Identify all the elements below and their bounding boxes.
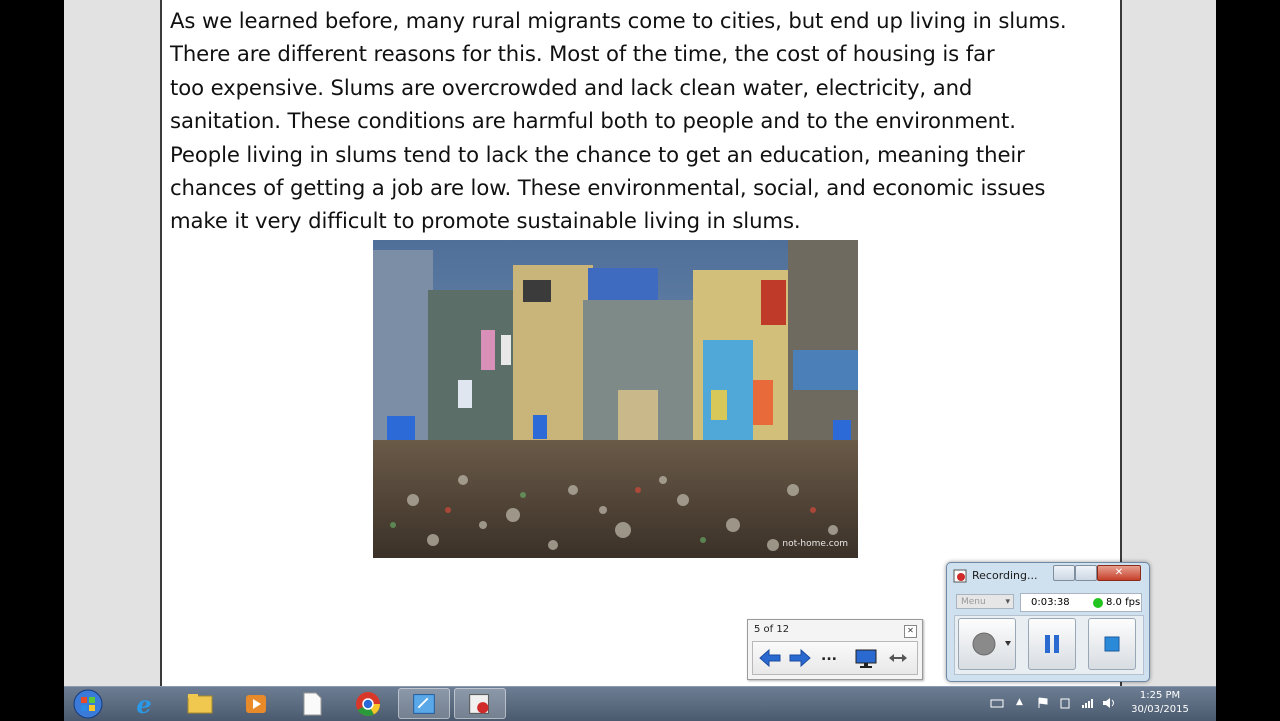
menu-label: Menu bbox=[961, 597, 986, 607]
recorder-controls bbox=[954, 615, 1144, 675]
start-button-icon[interactable] bbox=[66, 688, 106, 719]
paragraph-line: chances of getting a job are low. These … bbox=[170, 175, 1046, 201]
elapsed-time: 0:03:38 bbox=[1031, 597, 1070, 608]
more-options-button[interactable]: ... bbox=[821, 648, 847, 672]
chevron-down-icon: ▾ bbox=[1005, 597, 1010, 607]
recording-status-bar: 0:03:38 8.0 fps bbox=[1020, 593, 1142, 612]
stop-icon bbox=[1104, 636, 1120, 652]
recorder-menu-dropdown[interactable]: Menu ▾ bbox=[956, 594, 1014, 609]
paragraph-line: There are different reasons for this. Mo… bbox=[170, 41, 995, 67]
close-icon[interactable]: ✕ bbox=[904, 625, 917, 638]
stop-button[interactable] bbox=[1088, 618, 1136, 670]
recording-indicator-icon bbox=[1093, 598, 1103, 608]
previous-slide-arrow-icon[interactable] bbox=[757, 646, 783, 670]
display-monitor-icon[interactable] bbox=[853, 646, 879, 670]
paragraph-line: too expensive. Slums are overcrowded and… bbox=[170, 74, 973, 100]
frame-rate: 8.0 fps bbox=[1106, 597, 1141, 608]
file-explorer-icon[interactable] bbox=[174, 688, 226, 719]
system-clock[interactable]: 1:25 PM 30/03/2015 bbox=[1124, 689, 1196, 717]
clock-time: 1:25 PM bbox=[1139, 690, 1181, 701]
whiteboard-app-icon[interactable] bbox=[398, 688, 450, 719]
media-player-icon[interactable] bbox=[230, 688, 282, 719]
recorder-app-icon bbox=[953, 569, 967, 583]
recorder-window: Recording... ✕ Menu ▾ 0:03:38 8.0 fps bbox=[946, 562, 1150, 682]
power-plug-icon[interactable] bbox=[1058, 697, 1072, 709]
pause-button[interactable] bbox=[1028, 618, 1076, 670]
recorder-title: Recording... bbox=[972, 569, 1038, 582]
recorder-close-button[interactable]: ✕ bbox=[1097, 565, 1141, 581]
paragraph-line: People living in slums tend to lack the … bbox=[170, 141, 1025, 167]
slide-counter: 5 of 12 bbox=[754, 624, 790, 635]
close-icon: ✕ bbox=[1114, 567, 1124, 578]
clock-date: 30/03/2015 bbox=[1131, 704, 1189, 715]
windows-taskbar: e ▲ 1:25 PM 30/03/2015 bbox=[64, 686, 1216, 721]
slum-photo: not-home.com bbox=[373, 240, 858, 558]
record-button[interactable] bbox=[958, 618, 1016, 670]
slide-nav-toolbar: ... bbox=[752, 641, 918, 675]
minimize-button[interactable] bbox=[1053, 565, 1075, 581]
show-hidden-icons-icon[interactable]: ▲ bbox=[1016, 697, 1030, 709]
chrome-icon[interactable] bbox=[342, 688, 394, 719]
paragraph-line: sanitation. These conditions are harmful… bbox=[170, 108, 1016, 134]
maximize-button[interactable] bbox=[1075, 565, 1097, 581]
image-watermark: not-home.com bbox=[782, 539, 848, 549]
svg-text:e: e bbox=[136, 690, 151, 719]
body-paragraph: As we learned before, many rural migrant… bbox=[170, 4, 1112, 238]
action-center-flag-icon[interactable] bbox=[1036, 697, 1050, 709]
paragraph-line: As we learned before, many rural migrant… bbox=[170, 8, 1067, 33]
next-slide-arrow-icon[interactable] bbox=[787, 646, 813, 670]
pause-icon bbox=[1045, 635, 1059, 653]
record-icon bbox=[972, 632, 1011, 656]
resize-horizontal-icon[interactable] bbox=[885, 646, 911, 670]
recorder-taskbar-icon[interactable] bbox=[454, 688, 506, 719]
slide-navigation-panel: 5 of 12 ✕ ... bbox=[747, 619, 923, 680]
paragraph-line: make it very difficult to promote sustai… bbox=[170, 208, 801, 234]
blank-document-icon[interactable] bbox=[286, 688, 338, 719]
network-signal-icon[interactable] bbox=[1080, 697, 1094, 709]
volume-icon[interactable] bbox=[1102, 697, 1116, 709]
keyboard-icon[interactable] bbox=[990, 697, 1004, 709]
internet-explorer-icon[interactable]: e bbox=[118, 688, 170, 719]
